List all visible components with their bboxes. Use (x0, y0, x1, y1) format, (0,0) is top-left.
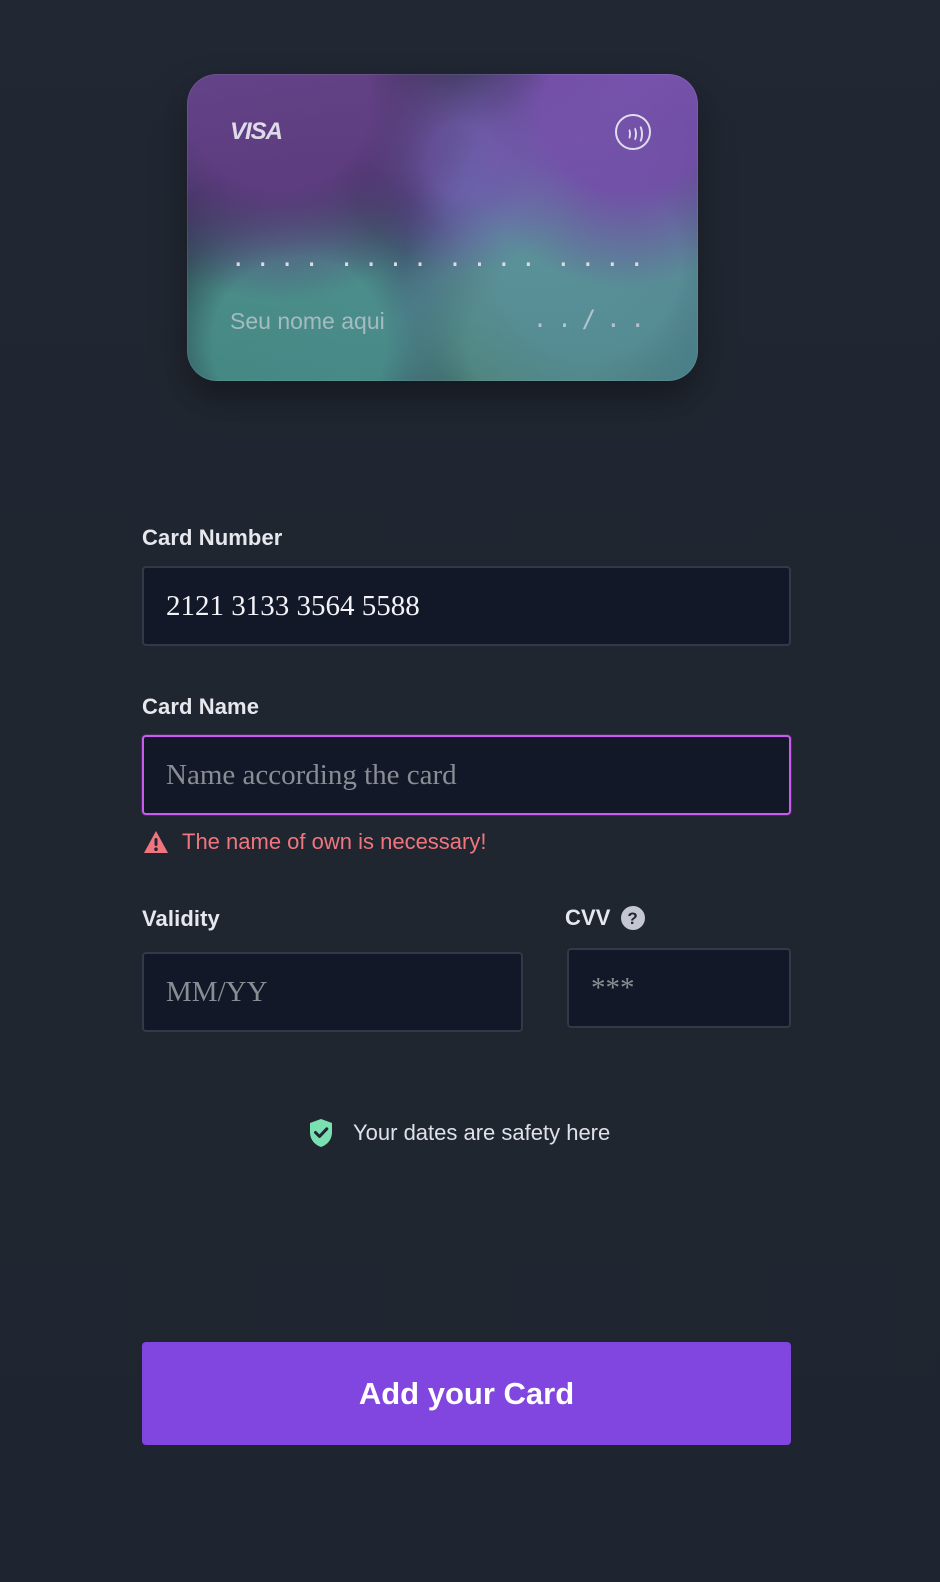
card-holder-preview: Seu nome aqui (230, 308, 385, 334)
shield-check-icon (310, 1119, 332, 1147)
security-message-text: Your dates are safety here (353, 1120, 611, 1145)
card-name-error-text: The name of own is necessary! (182, 829, 487, 854)
add-card-page: VISA .... .... .... .... Seu nome aqui .… (0, 0, 940, 1582)
card-brand-logo: VISA (230, 118, 283, 145)
card-expiry-preview: ../.. (532, 305, 655, 333)
card-number-group: .... (231, 244, 329, 272)
help-icon[interactable]: ? (620, 906, 645, 930)
cvv-input[interactable] (567, 948, 791, 1028)
card-number-preview: .... .... .... .... (231, 244, 654, 272)
card-number-group: .... (556, 244, 654, 272)
card-number-label: Card Number (142, 525, 283, 550)
security-message: Your dates are safety here (307, 1117, 610, 1149)
contactless-icon (615, 114, 651, 150)
cvv-label-group: CVV ? (565, 905, 645, 931)
card-name-input[interactable] (142, 735, 791, 815)
warning-icon (144, 831, 168, 853)
validity-input[interactable] (142, 952, 523, 1032)
card-name-error: The name of own is necessary! (142, 829, 486, 855)
card-preview: VISA .... .... .... .... Seu nome aqui .… (187, 74, 698, 381)
card-number-group: .... (447, 244, 546, 272)
cvv-label: CVV (565, 905, 611, 930)
validity-label: Validity (142, 906, 220, 931)
card-number-group: .... (339, 244, 438, 272)
card-number-input[interactable] (142, 566, 791, 646)
card-name-label: Card Name (142, 694, 260, 719)
add-card-button[interactable]: Add your Card (142, 1342, 791, 1445)
